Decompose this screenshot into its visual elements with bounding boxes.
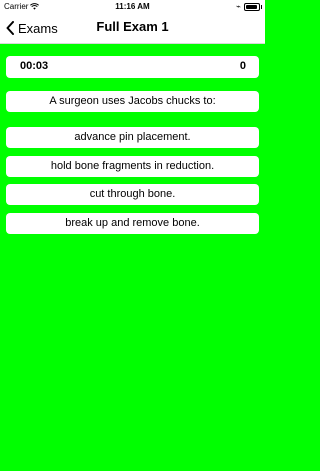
charging-icon: ⌁	[236, 2, 241, 11]
answer-option-4[interactable]: break up and remove bone.	[6, 213, 259, 234]
timer-score-bar: 00:03 0	[6, 56, 259, 78]
nav-bar: Exams Full Exam 1	[0, 14, 265, 42]
status-time: 11:16 AM	[115, 2, 150, 11]
navigation-header: Carrier 11:16 AM ⌁ Exams Full Exam 1	[0, 0, 265, 44]
question-text: A surgeon uses Jacobs chucks to:	[6, 91, 259, 112]
answer-option-1[interactable]: advance pin placement.	[6, 127, 259, 148]
answer-option-3[interactable]: cut through bone.	[6, 184, 259, 205]
score-display: 0	[239, 60, 246, 72]
timer-display: 00:03	[20, 60, 49, 72]
answer-option-2[interactable]: hold bone fragments in reduction.	[6, 156, 259, 177]
battery-icon	[244, 3, 262, 11]
status-bar: Carrier 11:16 AM ⌁	[0, 0, 265, 14]
page-title: Full Exam 1	[96, 19, 169, 34]
battery-level	[246, 5, 257, 9]
